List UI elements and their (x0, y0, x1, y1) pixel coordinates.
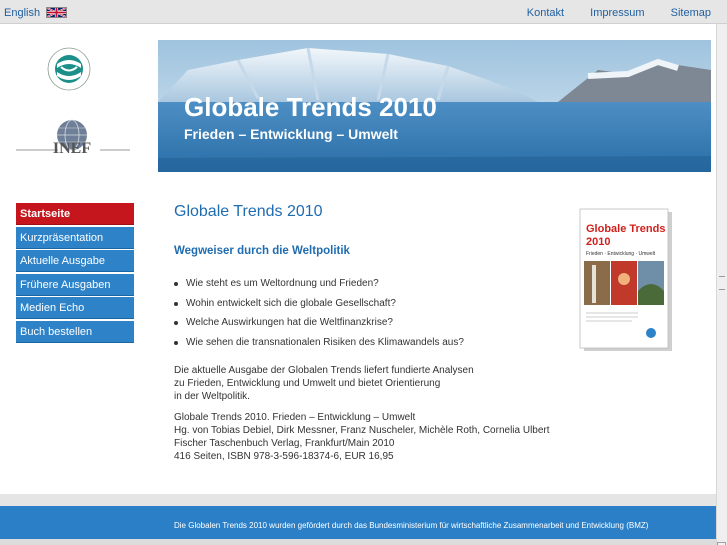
sef-logo[interactable] (44, 46, 94, 92)
banner-title: Globale Trends 2010 (184, 92, 437, 122)
bibliographic-info: Globale Trends 2010. Frieden – Entwicklu… (174, 411, 574, 463)
list-item: Welche Auswirkungen hat die Weltfinanzkr… (174, 317, 574, 337)
book-year: 2010 (586, 236, 610, 248)
language-link-english[interactable]: English (4, 7, 40, 19)
top-bar: English Kontakt Impressum Sitemap (0, 0, 727, 24)
footer: Die Globalen Trends 2010 wurden geförder… (0, 506, 716, 539)
intro-paragraph: Die aktuelle Ausgabe der Globalen Trends… (174, 364, 574, 403)
list-item: Wie sehen die transnationalen Risiken de… (174, 337, 574, 357)
nav-item-medien-echo[interactable]: Medien Echo (16, 297, 134, 320)
vertical-scrollbar[interactable] (716, 24, 727, 545)
inef-logo-text: INEF (53, 140, 91, 156)
book-title: Globale Trends (586, 223, 665, 235)
bib-line: 416 Seiten, ISBN 978-3-596-18374-6, EUR … (174, 451, 394, 462)
book-subtitle: Frieden · Entwicklung · Umwelt (586, 251, 656, 257)
intro-line: zu Frieden, Entwicklung und Umwelt und b… (174, 378, 441, 389)
link-impressum[interactable]: Impressum (590, 7, 644, 19)
footer-text: Die Globalen Trends 2010 wurden geförder… (174, 521, 649, 530)
list-item: Wohin entwickelt sich die globale Gesell… (174, 298, 574, 318)
sidebar-nav: Startseite Kurzpräsentation Aktuelle Aus… (16, 203, 134, 345)
bottom-strip (0, 539, 716, 545)
intro-line: Die aktuelle Ausgabe der Globalen Trends… (174, 365, 474, 376)
book-cover-image[interactable]: Globale Trends 2010 Frieden · Entwicklun… (578, 207, 674, 353)
page-title: Globale Trends 2010 (174, 203, 323, 220)
intro-line: in der Weltpolitik. (174, 391, 250, 402)
bib-line: Fischer Taschenbuch Verlag, Frankfurt/Ma… (174, 438, 395, 449)
main-content: Globale Trends 2010 Wegweiser durch die … (174, 203, 574, 463)
nav-item-startseite[interactable]: Startseite (16, 203, 134, 225)
link-sitemap[interactable]: Sitemap (671, 7, 711, 19)
header-banner: Globale Trends 2010 Frieden – Entwicklun… (158, 40, 711, 172)
scrollbar-grip-icon[interactable] (719, 276, 725, 290)
page-subheading: Wegweiser durch die Weltpolitik (174, 245, 350, 257)
bib-line: Globale Trends 2010. Frieden – Entwicklu… (174, 412, 416, 423)
nav-item-buch-bestellen[interactable]: Buch bestellen (16, 320, 134, 343)
bib-line: Hg. von Tobias Debiel, Dirk Messner, Fra… (174, 425, 550, 436)
uk-flag-icon[interactable] (46, 7, 67, 18)
nav-item-fruehere-ausgaben[interactable]: Frühere Ausgaben (16, 273, 134, 296)
list-item: Wie steht es um Weltordnung und Frieden? (174, 278, 574, 298)
banner-subtitle: Frieden – Entwicklung – Umwelt (184, 126, 398, 142)
nav-item-kurzpraesentation[interactable]: Kurzpräsentation (16, 226, 134, 249)
nav-item-aktuelle-ausgabe[interactable]: Aktuelle Ausgabe (16, 250, 134, 273)
footer-separator (0, 494, 716, 506)
top-links: Kontakt Impressum Sitemap (504, 7, 711, 19)
inef-logo[interactable]: INEF (14, 118, 132, 156)
question-list: Wie steht es um Weltordnung und Frieden?… (174, 278, 574, 356)
link-kontakt[interactable]: Kontakt (527, 7, 564, 19)
